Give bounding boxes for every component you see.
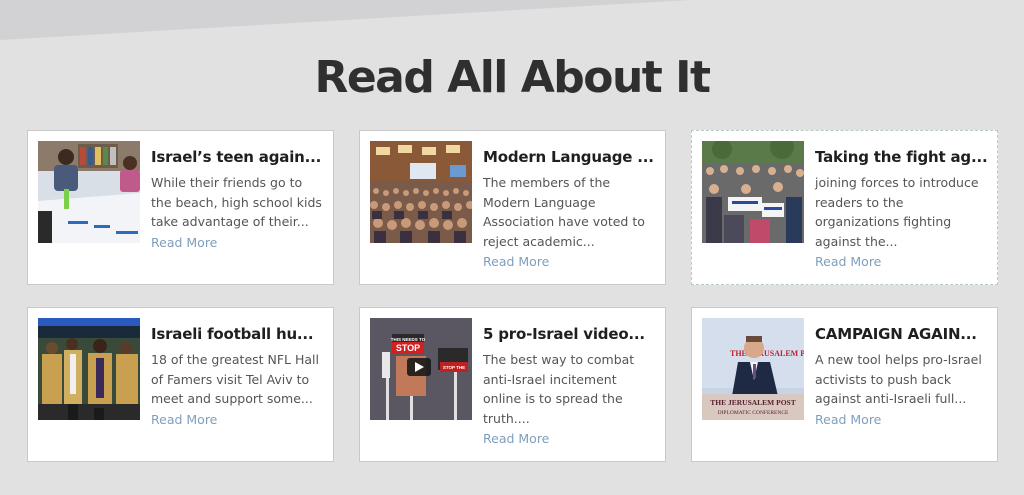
- conference-audience-photo-icon[interactable]: [370, 141, 472, 243]
- read-more-link[interactable]: Read More: [151, 234, 323, 252]
- banner-text: THE JERUSALEM POST: [730, 349, 804, 358]
- sign-text: STOP THE: [443, 365, 465, 370]
- card-title[interactable]: Modern Language ...: [483, 147, 655, 167]
- card-title[interactable]: 5 pro-Israel video...: [483, 324, 655, 344]
- card-excerpt: A new tool helps pro-Israel activists to…: [815, 352, 982, 406]
- article-card[interactable]: THIS NEEDS TO STOP STOP THE 5 pro-Israel…: [359, 307, 666, 462]
- article-card[interactable]: Taking the fight ag... joining forces to…: [691, 130, 998, 285]
- read-more-link[interactable]: Read More: [483, 253, 655, 271]
- card-title[interactable]: Israeli football hu...: [151, 324, 323, 344]
- speaker-podium-photo-icon[interactable]: THE JERUSALEM POST THE JERUSALEM POST DI…: [702, 318, 804, 420]
- sign-text: STOP: [396, 343, 420, 353]
- card-excerpt: joining forces to introduce readers to t…: [815, 175, 979, 249]
- decorative-top-band: [0, 0, 690, 40]
- card-title[interactable]: Taking the fight ag...: [815, 147, 987, 167]
- card-excerpt: 18 of the greatest NFL Hall of Famers vi…: [151, 352, 319, 406]
- read-more-link[interactable]: Read More: [151, 411, 323, 429]
- article-card[interactable]: THE JERUSALEM POST THE JERUSALEM POST DI…: [691, 307, 998, 462]
- card-excerpt: The members of the Modern Language Assoc…: [483, 175, 645, 249]
- card-excerpt: The best way to combat anti-Israel incit…: [483, 352, 635, 426]
- card-excerpt: While their friends go to the beach, hig…: [151, 175, 322, 229]
- card-title[interactable]: CAMPAIGN AGAIN...: [815, 324, 987, 344]
- sign-text: THIS NEEDS TO: [391, 337, 426, 342]
- read-more-link[interactable]: Read More: [815, 411, 987, 429]
- article-card[interactable]: Modern Language ... The members of the M…: [359, 130, 666, 285]
- podium-text: DIPLOMATIC CONFERENCE: [718, 410, 789, 416]
- section-title: Read All About It: [314, 52, 711, 103]
- podium-text: THE JERUSALEM POST: [710, 398, 795, 407]
- read-more-link[interactable]: Read More: [483, 430, 655, 448]
- classroom-photo-icon[interactable]: [38, 141, 140, 243]
- article-card[interactable]: Israel’s teen again... While their frien…: [27, 130, 334, 285]
- article-card[interactable]: Israeli football hu... 18 of the greates…: [27, 307, 334, 462]
- read-more-link[interactable]: Read More: [815, 253, 987, 271]
- card-title[interactable]: Israel’s teen again...: [151, 147, 323, 167]
- video-thumbnail-icon[interactable]: THIS NEEDS TO STOP STOP THE: [370, 318, 472, 420]
- rally-crowd-photo-icon[interactable]: [702, 141, 804, 243]
- article-grid: Israel’s teen again... While their frien…: [27, 130, 999, 464]
- football-players-photo-icon[interactable]: [38, 318, 140, 420]
